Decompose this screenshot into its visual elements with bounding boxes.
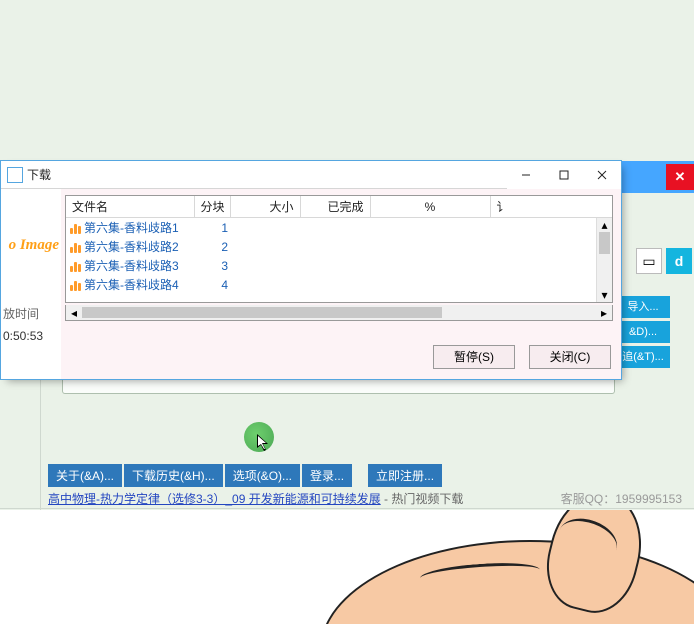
- close-icon: [597, 170, 607, 180]
- site-box-icon[interactable]: ▭: [636, 248, 662, 274]
- cell-empty: [370, 237, 490, 256]
- vertical-scrollbar[interactable]: ▴ ▾: [596, 218, 612, 302]
- horizontal-scrollbar[interactable]: ◂ ▸: [65, 305, 613, 321]
- cell-empty: [230, 256, 300, 275]
- minimize-button[interactable]: [507, 161, 545, 189]
- cell-chunk: 1: [194, 218, 230, 237]
- table-row[interactable]: 第六集-香料歧路11: [66, 218, 612, 237]
- right-action-column: 导入... &D)... 追(&T)...: [616, 296, 670, 368]
- cell-filename: 第六集-香料歧路3: [66, 256, 194, 275]
- cell-empty: [370, 275, 490, 294]
- hot-video-link-row: 高中物理-热力学定律（选修3-3）_09 开发新能源和可持续发展 - 热门视频下…: [48, 490, 463, 507]
- support-qq-value: 1959995153: [615, 492, 682, 506]
- cell-empty: [230, 218, 300, 237]
- pause-button[interactable]: 暂停(S): [433, 345, 515, 369]
- cursor-highlight: [244, 422, 274, 452]
- dialog-title: 下载: [27, 166, 507, 183]
- table-row[interactable]: 第六集-香料歧路44: [66, 275, 612, 294]
- tab-login[interactable]: 登录...: [302, 464, 354, 487]
- download-table: 文件名 分块 大小 已完成 % 讠 第六集-香料歧路11第六集-香料歧路22第: [65, 195, 613, 303]
- hscroll-thumb[interactable]: [82, 307, 442, 318]
- content-separator: [0, 508, 694, 509]
- support-qq-label: 客服QQ：: [561, 492, 616, 506]
- site-d-icon[interactable]: d: [666, 248, 692, 274]
- table-row[interactable]: 第六集-香料歧路22: [66, 237, 612, 256]
- scroll-up-icon[interactable]: ▴: [597, 218, 612, 232]
- hot-video-suffix: - 热门视频下载: [381, 492, 464, 506]
- file-icon: [70, 260, 82, 272]
- cell-empty: [490, 256, 612, 275]
- bd-button[interactable]: &D)...: [616, 321, 670, 343]
- tab-history[interactable]: 下载历史(&H)...: [124, 464, 225, 487]
- maximize-icon: [559, 170, 569, 180]
- illustration-area: [0, 510, 694, 624]
- play-time-label: 放时间: [1, 305, 61, 322]
- cell-filename: 第六集-香料歧路1: [66, 218, 194, 237]
- address-bar-remnant: [62, 380, 615, 394]
- tab-about[interactable]: 关于(&A)...: [48, 464, 124, 487]
- cell-empty: [490, 218, 612, 237]
- thumbnail-panel: o Image 放时间 0:50:53: [1, 189, 61, 379]
- cell-empty: [490, 237, 612, 256]
- col-chunk[interactable]: 分块: [194, 196, 230, 218]
- cell-empty: [300, 275, 370, 294]
- vscroll-track[interactable]: [597, 232, 612, 288]
- cell-chunk: 3: [194, 256, 230, 275]
- cell-empty: [300, 237, 370, 256]
- tab-options[interactable]: 选项(&O)...: [225, 464, 302, 487]
- dialog-close-button[interactable]: [583, 161, 621, 189]
- hot-video-link[interactable]: 高中物理-热力学定律（选修3-3）_09 开发新能源和可持续发展: [48, 492, 381, 506]
- cell-chunk: 2: [194, 237, 230, 256]
- close-icon: ✕: [675, 169, 686, 185]
- site-icon-row: ▭ d: [636, 248, 692, 274]
- footer-tabbar: 关于(&A)... 下载历史(&H)... 选项(&O)... 登录... 立即…: [48, 464, 444, 487]
- file-icon: [70, 241, 82, 253]
- cell-empty: [300, 218, 370, 237]
- col-filename[interactable]: 文件名: [66, 196, 194, 218]
- support-qq: 客服QQ：1959995153: [561, 490, 682, 507]
- cell-empty: [230, 237, 300, 256]
- minimize-icon: [521, 170, 531, 180]
- col-overflow[interactable]: 讠: [490, 196, 612, 218]
- table-header-row: 文件名 分块 大小 已完成 % 讠: [66, 196, 612, 218]
- cell-filename: 第六集-香料歧路4: [66, 275, 194, 294]
- col-size[interactable]: 大小: [230, 196, 300, 218]
- track-button[interactable]: 追(&T)...: [616, 346, 670, 368]
- col-percent[interactable]: %: [370, 196, 490, 218]
- import-button[interactable]: 导入...: [616, 296, 670, 318]
- maximize-button[interactable]: [545, 161, 583, 189]
- hscroll-track[interactable]: [82, 305, 596, 320]
- cell-empty: [230, 275, 300, 294]
- download-dialog: 下载 o Image 放时间 0:50:53 文件名: [0, 160, 622, 380]
- dialog-titlebar[interactable]: 下载: [1, 161, 621, 189]
- parent-close-button[interactable]: ✕: [666, 164, 694, 190]
- tab-register[interactable]: 立即注册...: [368, 464, 444, 487]
- scroll-down-icon[interactable]: ▾: [597, 288, 612, 302]
- scroll-right-icon[interactable]: ▸: [596, 305, 612, 320]
- vscroll-thumb[interactable]: [599, 232, 610, 254]
- scroll-left-icon[interactable]: ◂: [66, 305, 82, 320]
- app-icon: [7, 167, 23, 183]
- cell-empty: [370, 256, 490, 275]
- cell-chunk: 4: [194, 275, 230, 294]
- close-button[interactable]: 关闭(C): [529, 345, 611, 369]
- cell-empty: [370, 218, 490, 237]
- no-image-placeholder: o Image: [1, 189, 61, 254]
- col-done[interactable]: 已完成: [300, 196, 370, 218]
- cell-empty: [490, 275, 612, 294]
- file-icon: [70, 279, 82, 291]
- file-icon: [70, 222, 82, 234]
- table-row[interactable]: 第六集-香料歧路33: [66, 256, 612, 275]
- play-time-value: 0:50:53: [1, 329, 43, 343]
- panel-divider: [40, 380, 42, 510]
- cell-filename: 第六集-香料歧路2: [66, 237, 194, 256]
- cell-empty: [300, 256, 370, 275]
